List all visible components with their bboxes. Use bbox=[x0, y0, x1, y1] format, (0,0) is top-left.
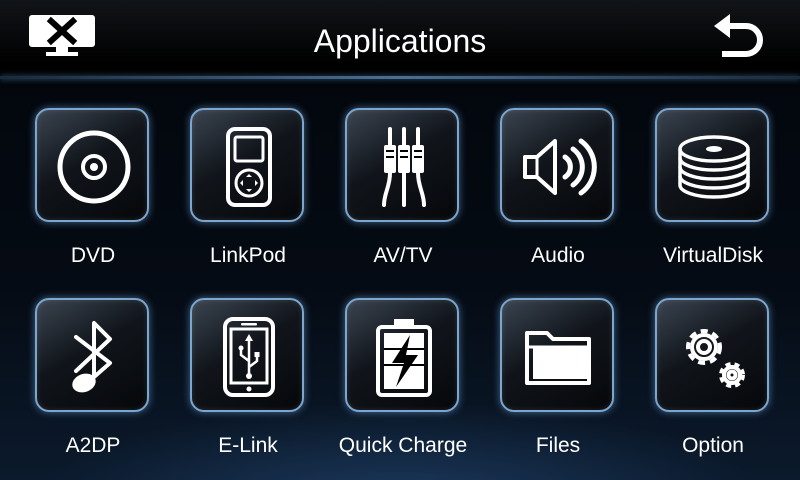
app-audio[interactable]: Audio bbox=[493, 108, 623, 284]
app-label: A2DP bbox=[65, 434, 121, 457]
app-tile[interactable] bbox=[345, 108, 459, 222]
app-quick-charge[interactable]: Quick Charge bbox=[338, 298, 468, 474]
gears-icon bbox=[686, 329, 745, 388]
app-tile[interactable] bbox=[500, 108, 614, 222]
app-label: Option bbox=[682, 434, 744, 457]
app-label: AV/TV bbox=[373, 244, 433, 267]
app-tile[interactable] bbox=[655, 108, 769, 222]
media-player-icon bbox=[226, 127, 272, 207]
app-tile[interactable] bbox=[35, 298, 149, 412]
app-label: VirtualDisk bbox=[663, 244, 763, 267]
app-tile[interactable] bbox=[35, 108, 149, 222]
bluetooth-music-icon bbox=[72, 321, 112, 393]
app-linkpod[interactable]: LinkPod bbox=[183, 108, 313, 284]
app-label: Quick Charge bbox=[338, 434, 468, 457]
battery-charge-icon bbox=[376, 319, 432, 397]
app-avtv[interactable]: AV/TV bbox=[338, 108, 468, 284]
app-files[interactable]: Files bbox=[493, 298, 623, 474]
app-tile[interactable] bbox=[190, 108, 304, 222]
app-tile[interactable] bbox=[500, 298, 614, 412]
phone-usb-icon bbox=[223, 317, 275, 397]
speaker-icon bbox=[523, 138, 597, 196]
app-virtualdisk[interactable]: VirtualDisk bbox=[648, 108, 778, 284]
av-cable-icon bbox=[382, 127, 426, 207]
app-tile[interactable] bbox=[345, 298, 459, 412]
app-tile[interactable] bbox=[190, 298, 304, 412]
app-label: Files bbox=[535, 434, 581, 457]
folder-icon bbox=[525, 331, 591, 385]
app-dvd[interactable]: DVD bbox=[28, 108, 158, 284]
disc-stack-icon bbox=[678, 135, 750, 199]
app-label: Audio bbox=[531, 244, 585, 267]
app-tile[interactable] bbox=[655, 298, 769, 412]
app-grid: DVD LinkPod AV/TV Audio VirtualDisk A2DP… bbox=[0, 0, 800, 480]
app-label: E-Link bbox=[218, 434, 278, 457]
app-a2dp[interactable]: A2DP bbox=[28, 298, 158, 474]
app-elink[interactable]: E-Link bbox=[183, 298, 313, 474]
app-label: DVD bbox=[70, 244, 116, 267]
app-label: LinkPod bbox=[210, 244, 286, 267]
app-option[interactable]: Option bbox=[648, 298, 778, 474]
disc-icon bbox=[57, 130, 131, 204]
